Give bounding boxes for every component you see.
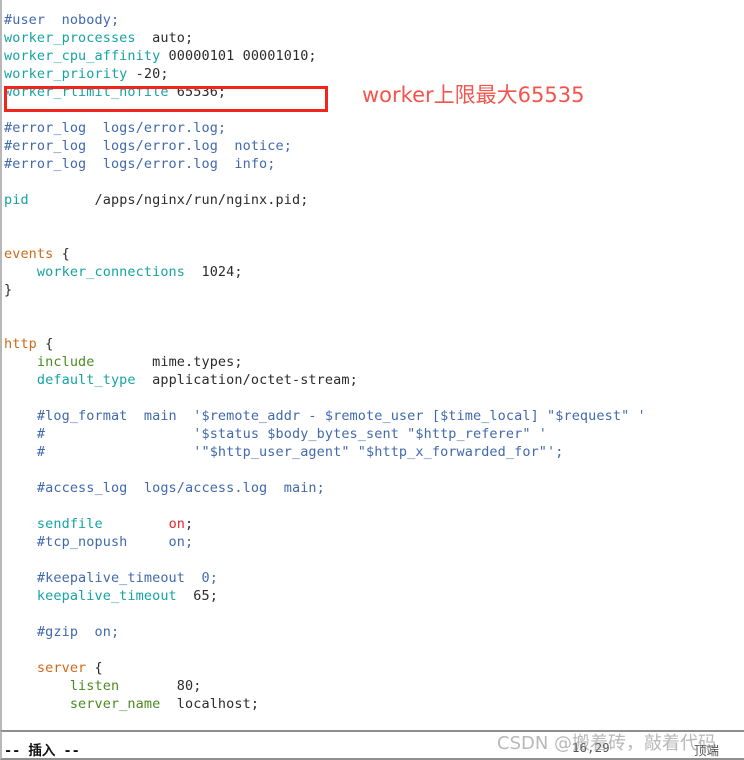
code-token: listen [4, 678, 120, 694]
code-token: #keepalive_timeout 0; [4, 570, 218, 586]
code-line: #log_format main '$remote_addr - $remote… [2, 407, 646, 425]
code-token: pid [4, 192, 29, 208]
code-line: #error_log logs/error.log notice; [2, 137, 646, 155]
code-line: default_type application/octet-stream; [2, 371, 646, 389]
code-token: on; [127, 534, 194, 550]
code-line: #access_log logs/access.log main; [2, 479, 646, 497]
code-line: #keepalive_timeout 0; [2, 569, 646, 587]
code-token: } [4, 282, 13, 298]
code-token: #gzip on; [4, 624, 120, 640]
code-token: sendfile [4, 516, 103, 532]
code-token: 80; [119, 678, 202, 694]
annotation-worker-limit: worker上限最大65535 [362, 83, 585, 107]
code-line: #error_log logs/error.log; [2, 119, 646, 137]
code-token: -20; [127, 66, 169, 82]
code-token: default_type [4, 372, 136, 388]
code-line: events { [2, 245, 646, 263]
code-line: #user nobody; [2, 11, 646, 29]
code-line: # '"$http_user_agent" "$http_x_forwarded… [2, 443, 646, 461]
code-token: worker_processes [4, 30, 136, 46]
code-token: mime.types; [94, 354, 243, 370]
code-line: #gzip on; [2, 623, 646, 641]
code-line: http { [2, 335, 646, 353]
code-token: /apps/nginx/run/nginx.pid; [28, 192, 309, 208]
code-token: 65; [176, 588, 218, 604]
code-line: keepalive_timeout 65; [2, 587, 646, 605]
code-token: #error_log logs/error.log; [4, 120, 227, 136]
code-line: include mime.types; [2, 353, 646, 371]
code-token: # '$status $body_bytes_sent "$http_refer… [4, 426, 548, 442]
text-editor-viewport[interactable]: #user nobody; worker_processes auto; worke… [0, 0, 744, 730]
code-line: worker_cpu_affinity 00000101 00001010; [2, 47, 646, 65]
code-line: server { [2, 659, 646, 677]
vim-mode-indicator: -- 插入 -- [4, 743, 80, 759]
code-token: ; [185, 516, 194, 532]
code-line: server_name localhost; [2, 695, 646, 713]
code-token: worker_priority [4, 66, 128, 82]
code-line: listen 80; [2, 677, 646, 695]
code-token: #tcp_nopush [4, 534, 128, 550]
code-token: worker_connections [4, 264, 186, 280]
code-token: worker_rlimit_nofile [4, 84, 169, 100]
code-token: on [168, 516, 186, 532]
code-token: worker_cpu_affinity [4, 48, 161, 64]
code-token: server_name [4, 696, 161, 712]
code-token: localhost; [160, 696, 260, 712]
code-token: #access_log logs/access.log main; [4, 480, 325, 496]
code-token: application/octet-stream; [135, 372, 358, 388]
code-token: 1024; [185, 264, 243, 280]
code-token: 00000101 00001010; [160, 48, 317, 64]
code-line: # '$status $body_bytes_sent "$http_refer… [2, 425, 646, 443]
code-token: http [4, 336, 37, 352]
code-token: { [86, 660, 103, 676]
code-token: #log_format main '$remote_addr - $remote… [4, 408, 646, 424]
code-token: #error_log logs/error.log notice; [4, 138, 292, 154]
code-token: auto; [135, 30, 194, 46]
code-line: worker_connections 1024; [2, 263, 646, 281]
code-token: include [4, 354, 95, 370]
code-line: } [2, 281, 646, 299]
code-token: 65536; [168, 84, 227, 100]
code-token: { [36, 336, 54, 352]
code-token: # '"$http_user_agent" "$http_x_forwarded… [4, 444, 564, 460]
vim-status-bar: -- 插入 -- 16,29 顶端 [0, 730, 744, 760]
vim-cursor-position: 16,29 [572, 740, 610, 755]
code-token: #error_log logs/error.log info; [4, 156, 276, 172]
code-token: #user nobody; [4, 12, 120, 28]
code-line: pid /apps/nginx/run/nginx.pid; [2, 191, 646, 209]
code-line: sendfile on; [2, 515, 646, 533]
code-token: server [4, 660, 87, 676]
code-line: #tcp_nopush on; [2, 533, 646, 551]
code-token: events [4, 246, 54, 262]
code-content[interactable]: #user nobody; worker_processes auto; worke… [2, 11, 646, 713]
vim-file-position: 顶端 [694, 743, 720, 758]
code-token: keepalive_timeout [4, 588, 177, 604]
code-line: #error_log logs/error.log info; [2, 155, 646, 173]
code-line: worker_processes auto; [2, 29, 646, 47]
code-token: { [53, 246, 70, 262]
